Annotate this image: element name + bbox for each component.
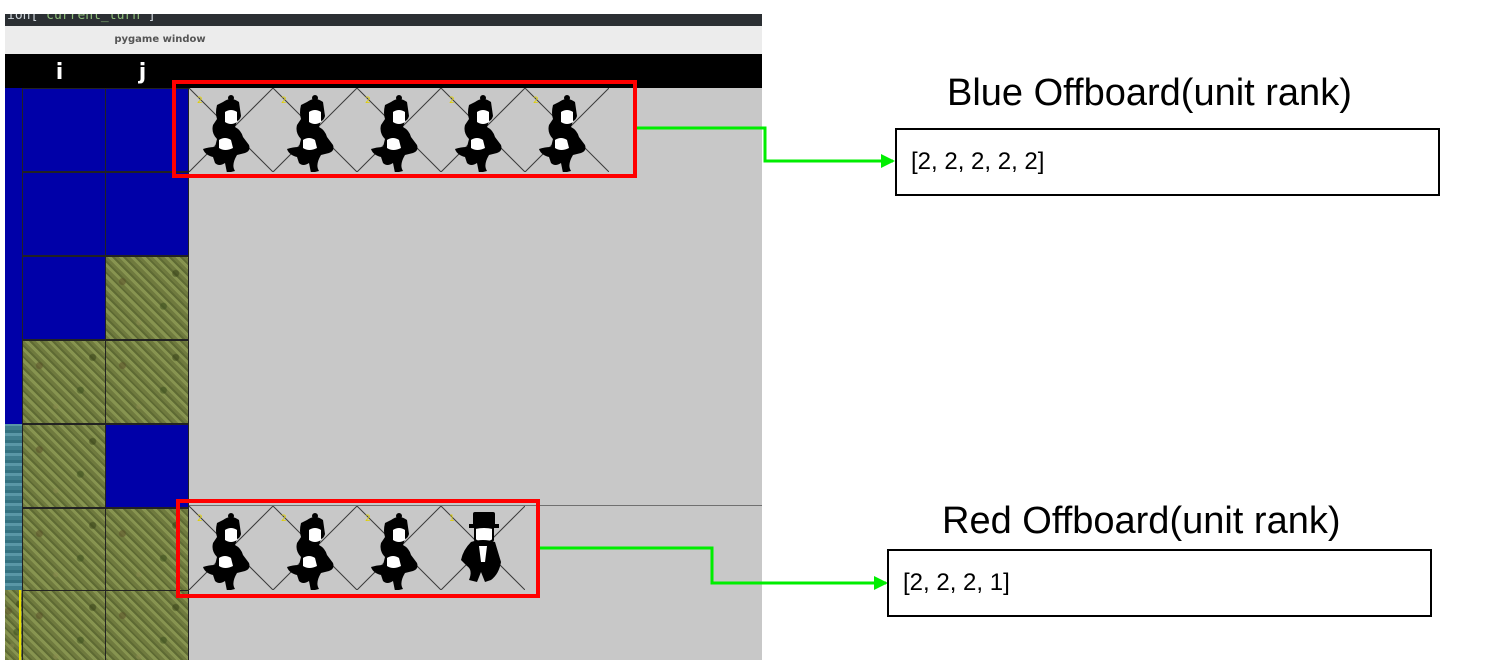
map-tile-water[interactable] [5, 172, 22, 256]
red-offboard-value-box: [2, 2, 2, 1] [887, 549, 1432, 617]
blue-offboard-value: [2, 2, 2, 2, 2] [911, 148, 1045, 175]
code-editor-strip: ion['current_turn'] [5, 14, 762, 26]
map-tile-grass[interactable] [105, 590, 189, 660]
map-tile-water[interactable] [105, 172, 189, 256]
column-label-i: i [55, 60, 64, 85]
map-tile-grass[interactable] [22, 590, 106, 660]
blue-offboard-title: Blue Offboard(unit rank) [947, 72, 1352, 114]
map-tile-water[interactable] [22, 256, 106, 340]
map-tile-grass[interactable] [22, 424, 106, 508]
code-text: ion['current_turn'] [7, 14, 156, 23]
blue-offboard-highlight [172, 80, 637, 178]
window-title: pygame window [114, 34, 206, 45]
map-tile-grass[interactable] [105, 340, 189, 424]
selection-marker [19, 590, 21, 660]
map-tile-grass[interactable] [105, 256, 189, 340]
map-tile-water[interactable] [22, 88, 106, 172]
map-tile-water[interactable] [5, 256, 22, 340]
map-tile-grass[interactable] [22, 340, 106, 424]
map-tile-water[interactable] [22, 172, 106, 256]
code-suffix: ] [147, 14, 156, 23]
map-tile-grass[interactable] [22, 508, 106, 592]
map-tile-water[interactable] [5, 340, 22, 424]
window-titlebar[interactable]: pygame window [5, 26, 762, 55]
code-string: 'current_turn' [38, 14, 148, 23]
red-offboard-highlight [176, 499, 540, 598]
map-tile-river[interactable] [5, 424, 22, 590]
red-offboard-value: [2, 2, 2, 1] [903, 569, 1010, 596]
code-prefix: ion[ [7, 14, 39, 23]
red-offboard-title: Red Offboard(unit rank) [942, 500, 1341, 542]
map-tile-water[interactable] [105, 424, 189, 508]
map-tile-water[interactable] [5, 88, 22, 172]
blue-offboard-value-box: [2, 2, 2, 2, 2] [895, 128, 1440, 196]
